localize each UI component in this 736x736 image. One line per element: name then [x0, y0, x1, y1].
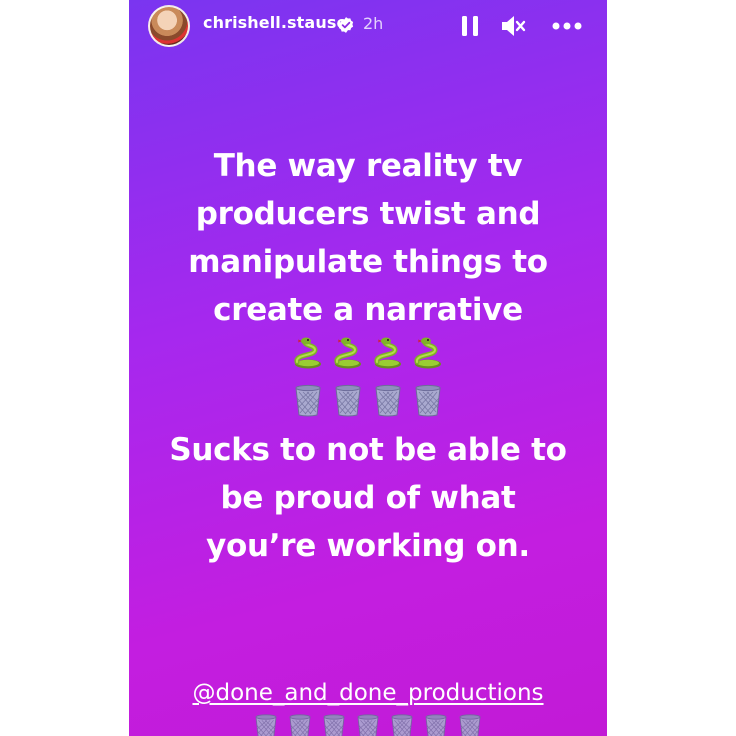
pause-icon[interactable] [458, 12, 482, 40]
snake-emoji-row [129, 336, 607, 370]
story-text-bottom: Sucks to not be able to be proud of what… [129, 426, 607, 570]
wastebasket-emoji-icon [459, 714, 481, 736]
snake-emoji-icon [294, 337, 321, 369]
more-options-icon[interactable] [549, 12, 585, 40]
time-ago: 2h [363, 14, 384, 33]
verified-badge-icon [338, 17, 354, 33]
story-text-top: The way reality tv producers twist and m… [129, 142, 607, 334]
wastebasket-emoji-icon [357, 714, 379, 736]
muted-speaker-icon[interactable] [499, 12, 527, 40]
wastebasket-emoji-icon [335, 384, 361, 417]
snake-emoji-icon [374, 337, 401, 369]
wastebasket-emoji-icon [391, 714, 413, 736]
wastebasket-emoji-icon [295, 384, 321, 417]
story-viewer[interactable]: chrishell.stause 2h The way reality tv p… [129, 0, 607, 736]
story-text-line: manipulate things to [188, 244, 548, 280]
story-text-line: be proud of what [220, 480, 516, 516]
wastebasket-emoji-icon [323, 714, 345, 736]
avatar[interactable] [148, 5, 190, 47]
story-text-line: producers twist and [195, 196, 541, 232]
snake-emoji-icon [414, 337, 441, 369]
wastebasket-emoji-icon [289, 714, 311, 736]
story-text-line: The way reality tv [213, 148, 523, 184]
wastebasket-emoji-icon [425, 714, 447, 736]
mention-link[interactable]: @done_and_done_productions [129, 680, 607, 706]
story-text-line: you’re working on. [206, 528, 530, 564]
snake-emoji-icon [334, 337, 361, 369]
story-header: chrishell.stause 2h [129, 0, 607, 52]
story-text-line: create a narrative [213, 292, 523, 328]
wastebasket-emoji-icon [255, 714, 277, 736]
username[interactable]: chrishell.stause [203, 13, 347, 32]
wastebasket-emoji-row-bottom [129, 712, 607, 736]
story-text-line: Sucks to not be able to [169, 432, 567, 468]
wastebasket-emoji-row [129, 382, 607, 418]
wastebasket-emoji-icon [415, 384, 441, 417]
wastebasket-emoji-icon [375, 384, 401, 417]
